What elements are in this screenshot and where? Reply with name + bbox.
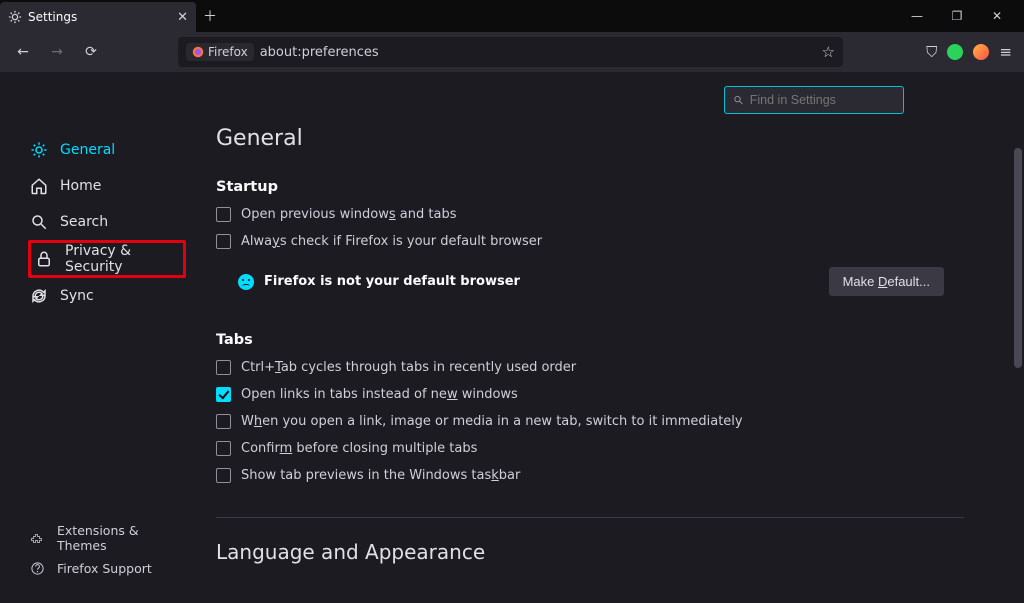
tabs-option[interactable]: Ctrl+Tab cycles through tabs in recently… (216, 360, 964, 375)
gear-icon (30, 141, 48, 159)
startup-heading: Startup (216, 179, 964, 195)
sidebar-item-label: Extensions & Themes (57, 523, 186, 553)
titlebar: Settings ✕ ＋ — ❐ ✕ (0, 0, 1024, 32)
option-label: Open previous windows and tabs (241, 207, 456, 222)
search-icon (30, 213, 48, 231)
sidebar-item-extensions[interactable]: Extensions & Themes (28, 523, 186, 553)
sidebar-item-support[interactable]: Firefox Support (28, 553, 186, 583)
toolbar: ← → ⟳ Firefox about:preferences ☆ ⛉ ≡ (0, 32, 1024, 72)
search-input[interactable] (750, 93, 895, 107)
sidebar-item-label: Sync (60, 288, 94, 304)
addon-avatar-icon[interactable] (973, 44, 989, 60)
language-appearance-heading: Language and Appearance (216, 517, 964, 564)
sidebar-item-general[interactable]: General (28, 132, 186, 168)
checkbox[interactable] (216, 441, 231, 456)
home-icon (30, 177, 48, 195)
startup-option[interactable]: Open previous windows and tabs (216, 207, 964, 222)
main-panel: General Startup Open previous windows an… (200, 72, 1024, 603)
sidebar-item-privacy[interactable]: Privacy & Security (28, 240, 186, 278)
sidebar-bottom: Extensions & Themes Firefox Support (28, 523, 186, 593)
option-label: When you open a link, image or media in … (241, 414, 743, 429)
page-title: General (216, 126, 964, 151)
sad-face-icon (238, 274, 254, 290)
sidebar-item-label: General (60, 142, 115, 158)
reload-button[interactable]: ⟳ (76, 37, 106, 67)
checkbox[interactable] (216, 360, 231, 375)
url-text: about:preferences (260, 45, 379, 60)
forward-button[interactable]: → (42, 37, 72, 67)
option-label: Ctrl+Tab cycles through tabs in recently… (241, 360, 576, 375)
default-browser-status: Firefox is not your default browser Make… (216, 267, 964, 296)
gear-icon (8, 10, 22, 24)
minimize-button[interactable]: — (904, 9, 930, 23)
puzzle-icon (30, 531, 45, 546)
app-menu-button[interactable]: ≡ (999, 43, 1012, 61)
find-in-settings[interactable] (724, 86, 904, 114)
status-text: Firefox is not your default browser (264, 274, 520, 289)
option-label: Show tab previews in the Windows taskbar (241, 468, 520, 483)
checkbox[interactable] (216, 468, 231, 483)
back-button[interactable]: ← (8, 37, 38, 67)
content-area: General Home Search Privacy & Security S… (0, 72, 1024, 603)
new-tab-button[interactable]: ＋ (196, 2, 224, 30)
make-default-button[interactable]: Make Default... (829, 267, 944, 296)
scrollbar[interactable] (1014, 148, 1022, 368)
firefox-badge: Firefox (186, 43, 254, 61)
tab-title: Settings (28, 10, 77, 24)
tabs-option[interactable]: Confirm before closing multiple tabs (216, 441, 964, 456)
close-window-button[interactable]: ✕ (984, 9, 1010, 23)
tabs-option[interactable]: Open links in tabs instead of new window… (216, 387, 964, 402)
url-bar[interactable]: Firefox about:preferences ☆ (178, 37, 843, 67)
lock-icon (35, 250, 53, 268)
sidebar-item-label: Search (60, 214, 108, 230)
browser-tab[interactable]: Settings ✕ (0, 2, 196, 32)
firefox-icon (192, 46, 204, 58)
startup-option[interactable]: Always check if Firefox is your default … (216, 234, 964, 249)
bookmark-star-icon[interactable]: ☆ (822, 43, 835, 61)
checkbox[interactable] (216, 207, 231, 222)
sidebar-item-label: Home (60, 178, 101, 194)
sidebar-item-sync[interactable]: Sync (28, 278, 186, 314)
maximize-button[interactable]: ❐ (944, 9, 970, 23)
window-controls: — ❐ ✕ (904, 9, 1024, 23)
tabs-option[interactable]: Show tab previews in the Windows taskbar (216, 468, 964, 483)
toolbar-addons: ⛉ ≡ (926, 43, 1016, 61)
checkbox[interactable] (216, 387, 231, 402)
checkbox[interactable] (216, 234, 231, 249)
sync-icon (30, 287, 48, 305)
help-icon (30, 561, 45, 576)
sidebar-item-label: Firefox Support (57, 561, 152, 576)
sidebar: General Home Search Privacy & Security S… (0, 72, 200, 603)
option-label: Open links in tabs instead of new window… (241, 387, 518, 402)
addon-grammarly-icon[interactable] (947, 44, 963, 60)
option-label: Confirm before closing multiple tabs (241, 441, 477, 456)
sidebar-item-home[interactable]: Home (28, 168, 186, 204)
tabs-option[interactable]: When you open a link, image or media in … (216, 414, 964, 429)
sidebar-item-search[interactable]: Search (28, 204, 186, 240)
sidebar-item-label: Privacy & Security (65, 243, 179, 275)
pocket-icon[interactable]: ⛉ (926, 43, 937, 61)
search-icon (733, 94, 744, 106)
option-label: Always check if Firefox is your default … (241, 234, 542, 249)
tabs-heading: Tabs (216, 332, 964, 348)
checkbox[interactable] (216, 414, 231, 429)
tab-close-icon[interactable]: ✕ (177, 10, 188, 25)
